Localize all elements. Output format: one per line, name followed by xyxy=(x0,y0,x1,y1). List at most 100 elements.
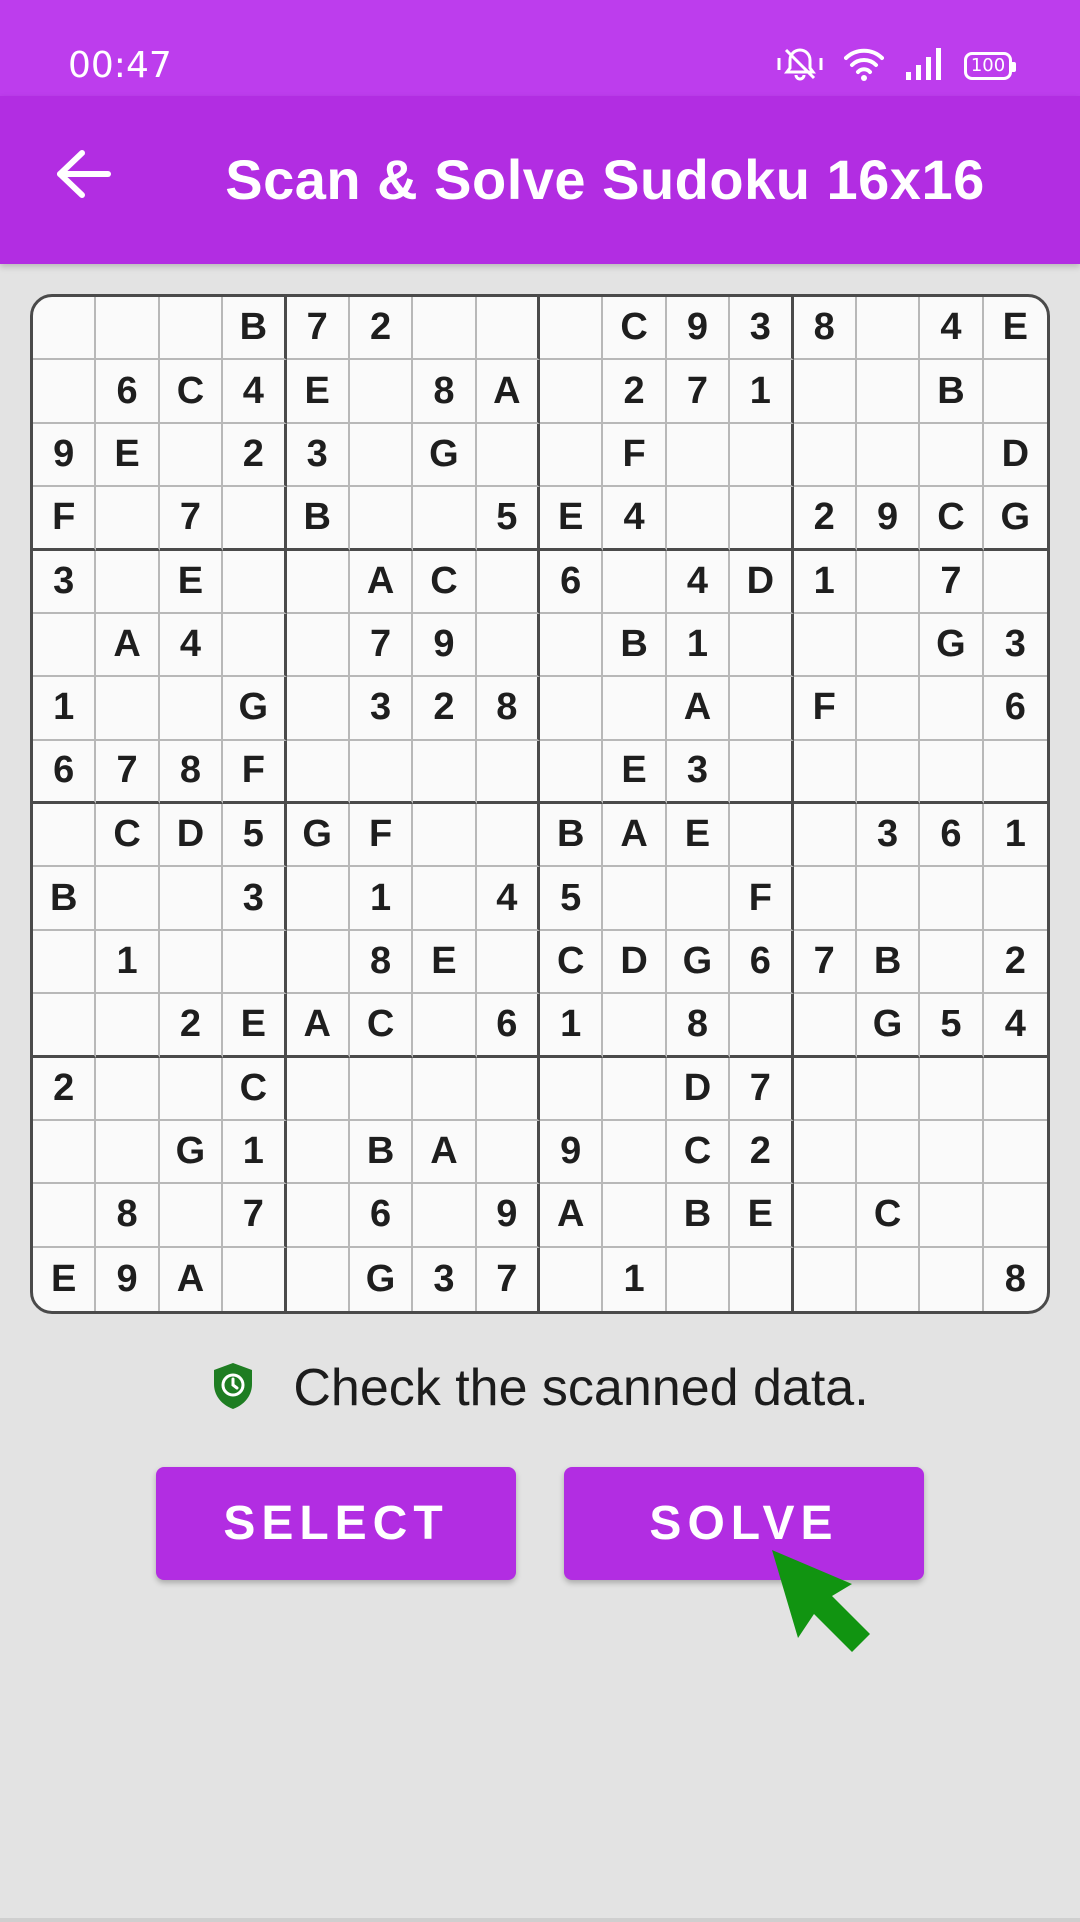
sudoku-cell[interactable] xyxy=(413,867,477,931)
sudoku-cell[interactable]: 3 xyxy=(666,740,731,804)
sudoku-cell[interactable] xyxy=(33,804,97,868)
sudoku-cell[interactable] xyxy=(476,613,540,678)
sudoku-cell[interactable] xyxy=(920,1120,984,1185)
sudoku-cell[interactable]: F xyxy=(730,867,794,931)
sudoku-cell[interactable]: 7 xyxy=(920,550,984,614)
sudoku-cell[interactable] xyxy=(286,740,350,804)
sudoku-cell[interactable] xyxy=(920,677,984,741)
sudoku-cell[interactable] xyxy=(286,677,350,741)
sudoku-cell[interactable] xyxy=(730,677,794,741)
sudoku-cell[interactable]: B xyxy=(349,1120,414,1185)
sudoku-cell[interactable]: 5 xyxy=(540,867,604,931)
sudoku-cell[interactable] xyxy=(96,1120,160,1185)
sudoku-cell[interactable] xyxy=(856,867,921,931)
sudoku-cell[interactable]: G xyxy=(920,613,984,678)
sudoku-cell[interactable] xyxy=(476,1120,540,1185)
sudoku-cell[interactable] xyxy=(159,677,224,741)
sudoku-cell[interactable]: 6 xyxy=(540,550,604,614)
sudoku-cell[interactable] xyxy=(286,613,350,678)
sudoku-cell[interactable]: 2 xyxy=(33,1057,97,1121)
sudoku-cell[interactable] xyxy=(666,867,731,931)
sudoku-cell[interactable] xyxy=(856,297,921,361)
sudoku-cell[interactable] xyxy=(286,867,350,931)
sudoku-cell[interactable]: 4 xyxy=(223,360,287,424)
sudoku-cell[interactable] xyxy=(920,930,984,995)
sudoku-cell[interactable] xyxy=(96,1057,160,1121)
sudoku-cell[interactable]: A xyxy=(349,550,414,614)
sudoku-cell[interactable] xyxy=(96,487,160,551)
sudoku-cell[interactable]: A xyxy=(476,360,540,424)
sudoku-cell[interactable]: 3 xyxy=(413,1247,477,1311)
sudoku-cell[interactable]: F xyxy=(793,677,857,741)
sudoku-cell[interactable] xyxy=(349,740,414,804)
sudoku-cell[interactable]: B xyxy=(666,1184,731,1248)
sudoku-cell[interactable] xyxy=(856,550,921,614)
sudoku-cell[interactable] xyxy=(603,1057,667,1121)
sudoku-cell[interactable]: C xyxy=(603,297,667,361)
sudoku-cell[interactable]: E xyxy=(413,930,477,995)
sudoku-cell[interactable]: E xyxy=(159,550,224,614)
sudoku-cell[interactable] xyxy=(794,1247,857,1311)
sudoku-cell[interactable]: G xyxy=(286,804,350,868)
sudoku-cell[interactable] xyxy=(96,867,160,931)
sudoku-cell[interactable]: A xyxy=(413,1120,477,1185)
sudoku-cell[interactable] xyxy=(540,360,604,424)
sudoku-cell[interactable]: G xyxy=(983,487,1047,551)
sudoku-cell[interactable]: C xyxy=(856,1184,921,1248)
sudoku-cell[interactable]: C xyxy=(540,930,604,995)
sudoku-cell[interactable] xyxy=(730,1247,794,1311)
sudoku-cell[interactable]: 5 xyxy=(920,994,984,1058)
sudoku-cell[interactable] xyxy=(286,1184,350,1248)
sudoku-cell[interactable]: E xyxy=(223,994,287,1058)
sudoku-cell[interactable] xyxy=(793,867,857,931)
sudoku-cell[interactable]: 1 xyxy=(223,1120,287,1185)
sudoku-cell[interactable] xyxy=(349,423,414,488)
sudoku-cell[interactable]: 3 xyxy=(286,423,350,488)
sudoku-cell[interactable]: G xyxy=(159,1120,224,1185)
sudoku-cell[interactable] xyxy=(920,740,984,804)
sudoku-cell[interactable]: B xyxy=(286,487,350,551)
sudoku-cell[interactable]: A xyxy=(160,1247,224,1311)
sudoku-cell[interactable]: E xyxy=(96,423,160,488)
sudoku-cell[interactable]: C xyxy=(96,804,160,868)
sudoku-cell[interactable] xyxy=(856,740,921,804)
sudoku-cell[interactable] xyxy=(223,930,287,995)
sudoku-cell[interactable]: 3 xyxy=(730,297,794,361)
sudoku-cell[interactable] xyxy=(856,360,921,424)
sudoku-cell[interactable] xyxy=(857,1247,921,1311)
sudoku-cell[interactable]: 9 xyxy=(413,613,477,678)
sudoku-cell[interactable] xyxy=(476,930,540,995)
sudoku-cell[interactable]: B xyxy=(920,360,984,424)
sudoku-cell[interactable]: 8 xyxy=(666,994,731,1058)
sudoku-cell[interactable]: 1 xyxy=(983,804,1047,868)
sudoku-cell[interactable]: A xyxy=(540,1184,604,1248)
sudoku-cell[interactable] xyxy=(413,297,477,361)
sudoku-cell[interactable] xyxy=(603,677,667,741)
sudoku-cell[interactable]: 9 xyxy=(540,1120,604,1185)
sudoku-cell[interactable] xyxy=(33,297,97,361)
sudoku-cell[interactable] xyxy=(159,930,224,995)
sudoku-cell[interactable]: 6 xyxy=(730,930,794,995)
sudoku-cell[interactable] xyxy=(349,1057,414,1121)
sudoku-cell[interactable]: C xyxy=(666,1120,731,1185)
sudoku-cell[interactable] xyxy=(540,297,604,361)
sudoku-cell[interactable]: 1 xyxy=(603,1247,667,1311)
sudoku-cell[interactable]: E xyxy=(603,740,667,804)
sudoku-cell[interactable]: 6 xyxy=(983,677,1047,741)
sudoku-cell[interactable]: G xyxy=(666,930,731,995)
sudoku-cell[interactable] xyxy=(33,1120,97,1185)
back-button[interactable] xyxy=(44,136,124,216)
sudoku-cell[interactable]: G xyxy=(350,1247,414,1311)
sudoku-cell[interactable]: A xyxy=(286,994,350,1058)
sudoku-cell[interactable] xyxy=(413,487,477,551)
sudoku-cell[interactable] xyxy=(286,930,350,995)
sudoku-cell[interactable]: 1 xyxy=(96,930,160,995)
sudoku-cell[interactable] xyxy=(793,360,857,424)
sudoku-cell[interactable]: 9 xyxy=(666,297,731,361)
sudoku-cell[interactable] xyxy=(413,804,477,868)
sudoku-cell[interactable]: F xyxy=(33,487,97,551)
sudoku-cell[interactable] xyxy=(287,1247,350,1311)
sudoku-cell[interactable] xyxy=(793,1120,857,1185)
sudoku-cell[interactable] xyxy=(223,1247,287,1311)
sudoku-cell[interactable]: C xyxy=(413,550,477,614)
